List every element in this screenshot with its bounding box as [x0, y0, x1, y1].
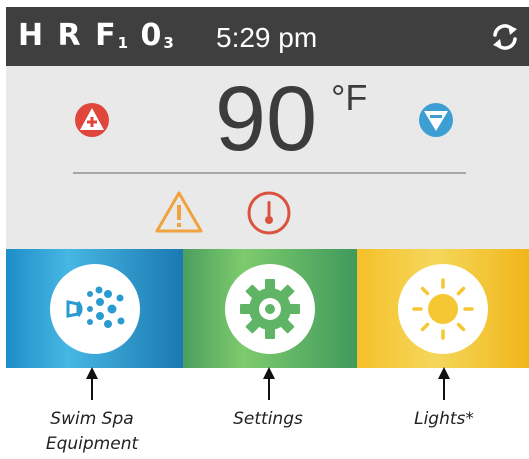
clock: 5:29 pm	[216, 22, 318, 53]
tile-row	[6, 249, 529, 368]
refresh-icon[interactable]	[489, 21, 521, 53]
temp-down-icon[interactable]	[418, 102, 454, 138]
spa-control-screen: H R F1 03 5:29 pm 90 °F	[6, 7, 529, 368]
temperature-unit: °F	[331, 77, 368, 118]
status-zero: 0	[140, 18, 164, 53]
status-code: H R F1 03	[18, 17, 174, 62]
callout-line-lights	[443, 378, 445, 400]
gear-icon	[240, 278, 300, 339]
equipment-label-line1: Swim Spa	[50, 409, 134, 429]
swim-spa-equipment-tile[interactable]	[6, 249, 183, 368]
jets-icon	[66, 286, 124, 328]
header-bar: H R F1 03 5:29 pm	[6, 7, 529, 66]
callout-line-equipment	[91, 378, 93, 400]
tile-icon-circle	[49, 263, 140, 354]
lights-callout-label: Lights*	[414, 409, 474, 429]
status-sub-2: 3	[163, 34, 174, 52]
sun-icon	[412, 277, 474, 340]
equipment-label-line2: Equipment	[45, 434, 139, 454]
settings-tile[interactable]	[183, 249, 357, 368]
callout-line-settings	[268, 378, 270, 400]
warning-icon[interactable]	[154, 190, 204, 234]
status-sub-1: 1	[117, 34, 129, 52]
status-letters: H R F	[18, 18, 118, 53]
lights-tile[interactable]	[357, 249, 529, 368]
temp-up-icon[interactable]	[74, 102, 110, 138]
tile-icon-circle	[225, 263, 315, 354]
settings-callout-label: Settings	[233, 409, 303, 429]
divider	[73, 172, 466, 174]
temperature-panel: 90 °F	[6, 66, 529, 249]
temperature-value: 90	[214, 68, 318, 170]
equipment-callout-label: Swim Spa Equipment	[22, 407, 162, 457]
thermometer-icon[interactable]	[246, 190, 292, 236]
tile-icon-circle	[398, 263, 488, 354]
